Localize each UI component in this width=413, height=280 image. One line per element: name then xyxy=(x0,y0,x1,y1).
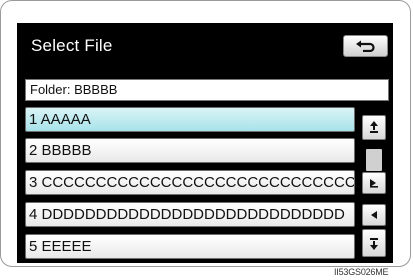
page-down-button[interactable] xyxy=(362,229,386,257)
folder-label: Folder: BBBBB xyxy=(25,79,389,101)
collapse-name-button[interactable] xyxy=(362,204,386,226)
file-item-1[interactable]: 1 AAAAA xyxy=(25,107,355,132)
file-item-2[interactable]: 2 BBBBB xyxy=(25,138,355,163)
page-down-icon xyxy=(370,238,378,250)
figure-frame: Select File Folder: BBBBB 1 AAAAA 2 BBBB… xyxy=(0,0,411,267)
return-arrow-icon xyxy=(355,40,375,52)
expand-name-button[interactable] xyxy=(362,172,386,194)
collapse-name-icon xyxy=(371,211,377,219)
figure-code: II53GS026ME xyxy=(334,267,389,277)
scroll-thumb[interactable] xyxy=(366,149,382,171)
show-full-name-icon xyxy=(370,179,378,188)
file-item-3[interactable]: 3 CCCCCCCCCCCCCCCCCCCCCCCCCCCCC xyxy=(25,170,355,195)
page-up-icon xyxy=(370,120,378,133)
screen: Select File Folder: BBBBB 1 AAAAA 2 BBBB… xyxy=(17,23,393,263)
page-up-button[interactable] xyxy=(362,115,386,140)
screen-title: Select File xyxy=(31,36,113,55)
back-button[interactable] xyxy=(343,35,388,57)
file-item-5[interactable]: 5 EEEEE xyxy=(25,234,355,259)
file-item-4[interactable]: 4 DDDDDDDDDDDDDDDDDDDDDDDDDDDD xyxy=(25,202,355,227)
